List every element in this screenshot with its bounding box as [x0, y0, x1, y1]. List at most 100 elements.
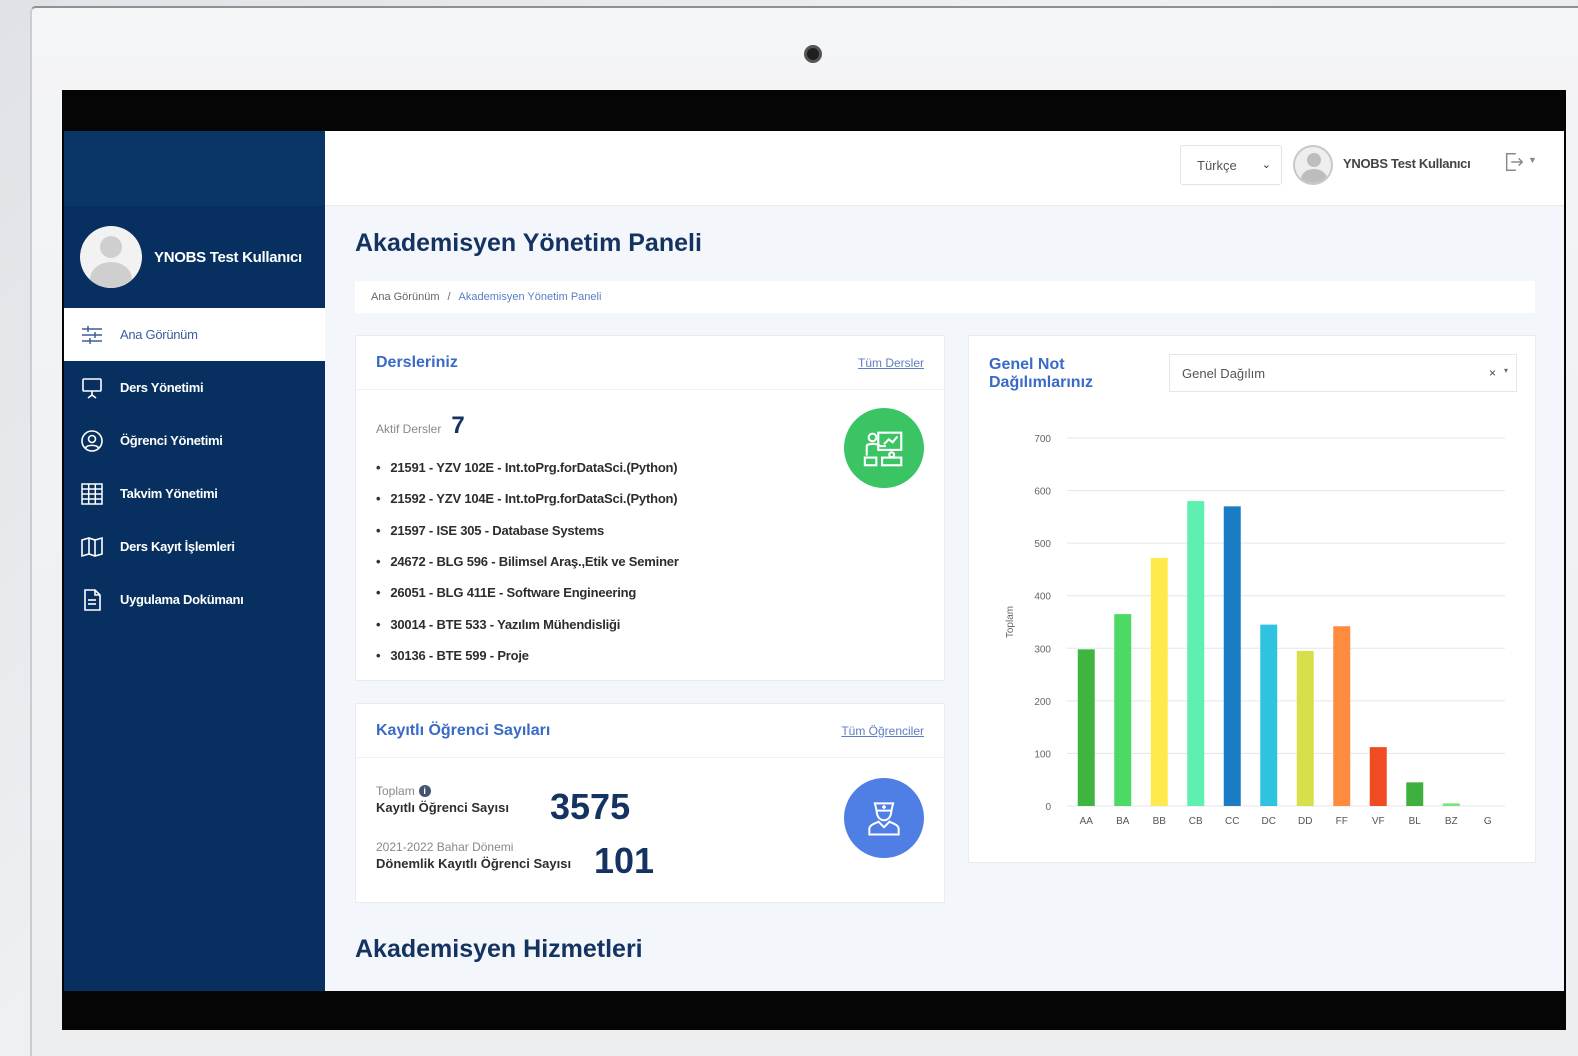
bar-vf [1369, 747, 1387, 806]
list-item[interactable]: 30014 - BTE 533 - Yazılım Mühendisliği [376, 608, 679, 639]
y-tick-label: 100 [1034, 749, 1051, 760]
y-tick-label: 400 [1034, 592, 1051, 603]
language-value: Türkçe [1197, 157, 1237, 173]
sidebar-item-label: Öğrenci Yönetimi [120, 433, 223, 448]
active-courses-count: 7 [451, 412, 465, 439]
sliders-icon [80, 323, 104, 347]
sidebar-item-label: Takvim Yönetimi [120, 486, 218, 501]
breadcrumb-separator: / [447, 291, 451, 303]
presentation-board-icon [80, 376, 104, 400]
total-label-small: Toplam [376, 784, 415, 798]
bar-dc [1260, 624, 1278, 806]
all-students-link[interactable]: Tüm Öğrenciler [841, 724, 924, 738]
student-icon [844, 778, 924, 858]
students-card-header: Kayıtlı Öğrenci Sayıları Tüm Öğrenciler [356, 704, 944, 758]
sidebar-item-takvim-yonetimi[interactable]: Takvim Yönetimi [64, 467, 325, 520]
avatar [80, 226, 142, 288]
y-tick-label: 200 [1034, 697, 1051, 708]
logout-icon[interactable] [1503, 151, 1525, 173]
term-label-small: 2021-2022 Bahar Dönemi [376, 840, 514, 854]
list-item[interactable]: 24672 - BLG 596 - Bilimsel Araş.,Etik ve… [376, 546, 679, 577]
total-students-small: Toplam i [376, 784, 509, 798]
grade-distribution-chart: 0 100 200 300 400 500 600 700 Toplam AA BA BB CB CC DC… [1005, 434, 1505, 827]
all-courses-link[interactable]: Tüm Dersler [858, 356, 924, 370]
x-tick-label: DD [1298, 816, 1312, 827]
y-axis-label: Toplam [1005, 606, 1016, 638]
topbar-username[interactable]: YNOBS Test Kullanıcı [1343, 156, 1471, 171]
sidebar-user[interactable]: YNOBS Test Kullanıcı [64, 206, 325, 308]
x-tick-label: VF [1372, 816, 1385, 827]
bar-cb [1187, 501, 1205, 806]
bar-cc [1223, 506, 1241, 806]
sidebar-item-label: Uygulama Dokümanı [120, 592, 244, 607]
x-tick-label: CC [1225, 816, 1239, 827]
bar-bl [1406, 782, 1424, 806]
students-card-title: Kayıtlı Öğrenci Sayıları [376, 721, 551, 739]
bar-bb [1150, 557, 1168, 806]
sidebar-item-ogrenci-yonetimi[interactable]: Öğrenci Yönetimi [64, 414, 325, 467]
grade-distribution-card: Genel Not Dağılımlarınız Genel Dağılım ×… [968, 335, 1536, 863]
bar-bz [1442, 803, 1460, 806]
x-tick-label: AA [1080, 816, 1094, 827]
total-students-stat: Toplam i Kayıtlı Öğrenci Sayısı [376, 784, 509, 815]
sidebar-item-ders-yonetimi[interactable]: Ders Yönetimi [64, 361, 325, 414]
breadcrumb-current[interactable]: Akademisyen Yönetim Paneli [459, 291, 602, 303]
list-item[interactable]: 21597 - ISE 305 - Database Systems [376, 515, 679, 546]
chevron-down-icon[interactable]: ▾ [1504, 366, 1508, 375]
x-tick-label: DC [1262, 816, 1276, 827]
total-students-value: 3575 [550, 786, 631, 827]
calendar-grid-icon [80, 482, 104, 506]
x-tick-label: BB [1153, 816, 1167, 827]
bar-dd [1296, 650, 1314, 806]
distribution-select-value: Genel Dağılım [1182, 365, 1266, 381]
active-courses-label: Aktif Dersler [376, 422, 442, 436]
user-circle-icon [80, 429, 104, 453]
active-courses-row: Aktif Dersler 7 [376, 412, 465, 440]
breadcrumb-home[interactable]: Ana Görünüm [371, 291, 439, 303]
list-item[interactable]: 30136 - BTE 599 - Proje [376, 640, 679, 671]
chevron-down-icon: ⌄ [1261, 159, 1271, 171]
grade-distribution-title: Genel Not Dağılımlarınız [989, 356, 1094, 391]
bar-aa [1077, 649, 1095, 806]
distribution-select[interactable]: Genel Dağılım × ▾ [1169, 354, 1517, 392]
topbar: Türkçe ⌄ YNOBS Test Kullanıcı ▼ [325, 131, 1564, 206]
bar-ba [1114, 614, 1132, 806]
list-item[interactable]: 26051 - BLG 411E - Software Engineering [376, 577, 679, 608]
section-title: Akademisyen Hizmetleri [355, 935, 643, 963]
course-list: 21591 - YZV 102E - Int.toPrg.forDataSci.… [376, 452, 679, 671]
document-icon [80, 588, 104, 612]
y-tick-label: 300 [1034, 644, 1051, 655]
y-tick-label: 0 [1045, 802, 1051, 813]
sidebar-logo-area [64, 131, 325, 206]
term-students-stat: 2021-2022 Bahar Dönemi Dönemlik Kayıtlı … [376, 840, 571, 871]
y-tick-label: 500 [1034, 539, 1051, 550]
list-item[interactable]: 21591 - YZV 102E - Int.toPrg.forDataSci.… [376, 452, 679, 483]
x-tick-label: G [1484, 816, 1492, 827]
y-tick-label: 600 [1034, 487, 1051, 498]
camera-icon [804, 45, 822, 63]
x-tick-label: CB [1189, 816, 1203, 827]
sidebar-item-uygulama-dokumani[interactable]: Uygulama Dokümanı [64, 573, 325, 626]
x-tick-label: BL [1409, 816, 1422, 827]
open-book-icon [80, 535, 104, 559]
sidebar-item-label: Ana Görünüm [120, 327, 198, 342]
x-tick-label: FF [1336, 816, 1348, 827]
breadcrumb: Ana Görünüm / Akademisyen Yönetim Paneli [355, 281, 1535, 313]
caret-down-icon[interactable]: ▼ [1528, 155, 1537, 165]
info-icon[interactable]: i [418, 785, 431, 797]
students-card: Kayıtlı Öğrenci Sayıları Tüm Öğrenciler … [355, 703, 945, 903]
avatar[interactable] [1293, 145, 1333, 185]
sidebar-item-label: Ders Kayıt İşlemleri [120, 539, 235, 554]
clear-icon[interactable]: × [1489, 366, 1496, 380]
courses-card-title: Dersleriniz [376, 353, 458, 371]
list-item[interactable]: 21592 - YZV 104E - Int.toPrg.forDataSci.… [376, 483, 679, 514]
bar-ff [1333, 626, 1351, 806]
page-title: Akademisyen Yönetim Paneli [355, 229, 702, 257]
teacher-board-icon [844, 408, 924, 488]
sidebar-item-label: Ders Yönetimi [120, 380, 204, 395]
total-students-label: Kayıtlı Öğrenci Sayısı [376, 800, 509, 815]
sidebar: YNOBS Test Kullanıcı Ana Görünüm Ders Yö… [64, 131, 325, 991]
sidebar-item-ana-gorunum[interactable]: Ana Görünüm [64, 308, 325, 361]
sidebar-item-ders-kayit[interactable]: Ders Kayıt İşlemleri [64, 520, 325, 573]
language-select[interactable]: Türkçe ⌄ [1180, 145, 1282, 185]
